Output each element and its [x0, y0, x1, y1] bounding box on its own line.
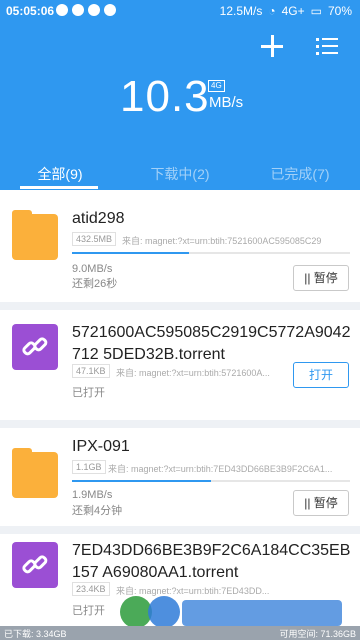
item-status: 已打开 [72, 387, 105, 399]
add-icon[interactable] [258, 32, 286, 60]
notification-icon [72, 4, 84, 16]
storage-bar: 已下载: 3.34GB 可用空间: 71.36GB [0, 626, 360, 640]
item-size: 1.1GB [72, 460, 106, 474]
battery-icon: ▭ [310, 4, 322, 18]
pause-button[interactable]: || 暂停 [293, 490, 349, 516]
divider [0, 526, 360, 534]
open-button[interactable]: 打开 [293, 362, 349, 388]
item-status: 已打开 [72, 605, 105, 617]
item-source: 来自: magnet:?xt=urn:btih:7521600AC595085C… [122, 236, 322, 246]
item-size: 47.1KB [72, 364, 110, 378]
item-title: IPX-091 [72, 438, 130, 455]
tabs: 全部(9) 下载中(2) 已完成(7) [0, 160, 360, 186]
item-title: 5721600AC595085C2919C5772A9042712 5DED32… [72, 324, 351, 363]
item-speed: 9.0MB/s [72, 263, 113, 275]
pause-button[interactable]: || 暂停 [293, 265, 349, 291]
status-time: 05:05:06 [6, 4, 55, 18]
notification-icon [104, 4, 116, 16]
progress-bar [72, 252, 350, 254]
tab-indicator [20, 186, 98, 189]
item-title: atid298 [72, 210, 125, 227]
network-speed: 12.5M/s [219, 4, 263, 18]
downloaded-total: 已下载: 3.34GB [4, 629, 67, 639]
link-icon [12, 324, 58, 370]
status-bar: 05:05:06 12.5M/s ◔ 4G+ ▭ 70% [0, 0, 360, 22]
item-size: 23.4KB [72, 582, 110, 596]
folder-icon [12, 210, 58, 260]
divider [0, 302, 360, 310]
progress-fill [72, 252, 189, 254]
battery-level: 70% [327, 4, 352, 18]
item-title: 7ED43DD66BE3B9F2C6A184CC35EB157 A69080AA… [72, 542, 351, 581]
header: 05:05:06 12.5M/s ◔ 4G+ ▭ 70% 10.3 4G MB/… [0, 0, 360, 190]
progress-bar [72, 480, 350, 482]
link-icon [12, 542, 58, 588]
list-item[interactable]: 5721600AC595085C2919C5772A9042712 5DED32… [0, 310, 360, 420]
network-type: 4G+ [281, 4, 305, 18]
notification-icons [56, 4, 116, 16]
network-badge: 4G [208, 80, 225, 92]
item-speed: 1.9MB/s [72, 489, 113, 501]
notification-icon [56, 4, 68, 16]
status-right: 12.5M/s ◔ 4G+ ▭ 70% [220, 4, 352, 18]
free-space: 可用空间: 71.36GB [279, 629, 356, 639]
item-remaining: 还剩26秒 [72, 278, 118, 290]
menu-icon[interactable] [316, 36, 338, 56]
speed-unit: MB/s [209, 94, 244, 111]
item-remaining: 还剩4分钟 [72, 505, 123, 517]
progress-fill [72, 480, 211, 482]
folder-icon [12, 448, 58, 498]
tab-all[interactable]: 全部(9) [0, 160, 120, 186]
item-size: 432.5MB [72, 232, 117, 246]
speed-value: 10.3 [120, 72, 210, 121]
wifi-icon: ◔ [268, 4, 276, 18]
tab-completed[interactable]: 已完成(7) [240, 160, 360, 186]
notification-icon [88, 4, 100, 16]
item-source: 来自: magnet:?xt=urn:btih:7ED43DD66BE3B9F2… [108, 464, 333, 474]
divider [0, 420, 360, 428]
tab-downloading[interactable]: 下载中(2) [120, 160, 240, 186]
list-item[interactable]: IPX-091 1.1GB 来自: magnet:?xt=urn:btih:7E… [0, 428, 360, 526]
list-item[interactable]: atid298 432.5MB 来自: magnet:?xt=urn:btih:… [0, 190, 360, 302]
item-source: 来自: magnet:?xt=urn:btih:5721600A... [116, 368, 270, 378]
